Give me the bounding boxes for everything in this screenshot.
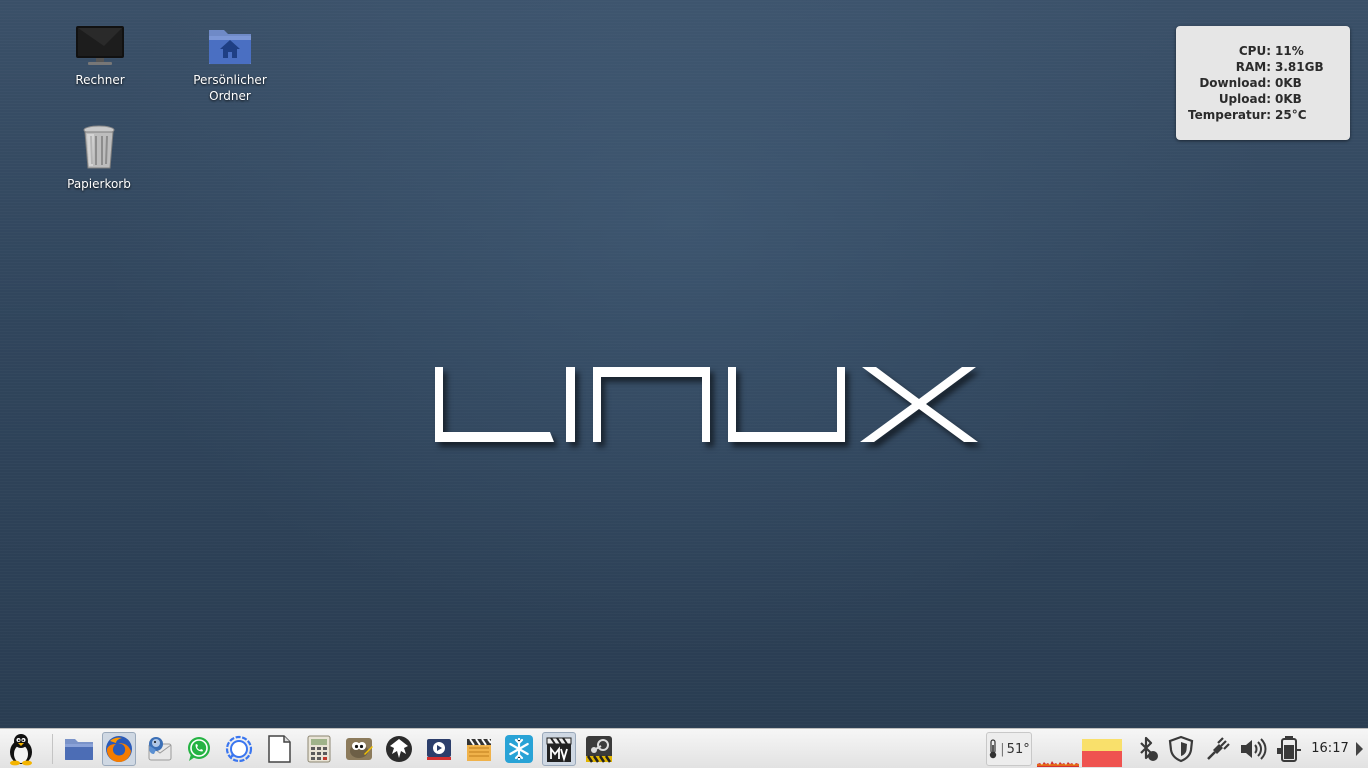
gimp-icon xyxy=(346,738,373,760)
desktop-icon-home-folder[interactable]: Persönlicher Ordner xyxy=(182,24,278,104)
desktop-icon-label: Rechner xyxy=(75,73,125,87)
calculator-icon xyxy=(307,735,331,763)
taskbar-separator xyxy=(52,734,53,764)
signal-icon xyxy=(225,735,253,763)
monitor-row-temperature: Temperatur: 25°C xyxy=(1188,108,1307,122)
desktop-icon-trash[interactable]: Papierkorb xyxy=(51,124,147,192)
volume-icon xyxy=(1241,738,1267,760)
bluetooth-tray-button[interactable] xyxy=(1130,732,1164,766)
document-launcher[interactable] xyxy=(262,732,296,766)
memory-usage-graph[interactable] xyxy=(1082,739,1122,767)
movie-editor-icon xyxy=(546,737,572,763)
tux-menu-icon xyxy=(10,734,32,766)
battery-tray-button[interactable] xyxy=(1272,732,1306,766)
volume-tray-button[interactable] xyxy=(1236,732,1270,766)
start-menu-button[interactable] xyxy=(4,732,38,766)
home-folder-icon xyxy=(209,30,251,64)
cpu-load-graph[interactable] xyxy=(1037,737,1079,767)
thermometer-icon xyxy=(990,739,997,759)
temperature-value: 51° xyxy=(1006,741,1030,757)
whatsapp-launcher[interactable] xyxy=(182,732,216,766)
desktop-icon-rechner[interactable]: Rechner xyxy=(52,24,148,88)
trash-icon xyxy=(83,125,115,169)
thunderbird-launcher[interactable] xyxy=(142,732,176,766)
gimp-launcher[interactable] xyxy=(342,732,376,766)
video-player-launcher[interactable] xyxy=(422,732,456,766)
linux-wallpaper-logo xyxy=(435,367,978,442)
file-manager-icon xyxy=(65,739,93,760)
signal-launcher[interactable] xyxy=(222,732,256,766)
bluetooth-icon xyxy=(1140,736,1158,761)
battery-icon xyxy=(1277,736,1301,762)
monitor-row-cpu: CPU: 11% xyxy=(1238,44,1304,58)
monitor-row-download: Download: 0KB xyxy=(1199,76,1302,90)
desktop-icon-label: Papierkorb xyxy=(67,177,131,191)
taskbar-clock[interactable]: 16:17 xyxy=(1306,729,1354,769)
taskbar: | 51° 16:17 xyxy=(0,728,1368,768)
security-tray-button[interactable] xyxy=(1164,732,1198,766)
snowflake-launcher[interactable] xyxy=(502,732,536,766)
firefox-icon xyxy=(106,736,132,763)
inkscape-launcher[interactable] xyxy=(382,732,416,766)
whatsapp-icon xyxy=(188,737,210,761)
inkscape-icon xyxy=(386,736,412,762)
monitor-icon xyxy=(76,26,124,65)
panel-scroll-right-icon[interactable] xyxy=(1354,741,1364,757)
thunderbird-icon xyxy=(148,737,172,761)
movie-editor-launcher[interactable] xyxy=(542,732,576,766)
video-player-icon xyxy=(427,739,451,760)
file-manager-launcher[interactable] xyxy=(62,732,96,766)
blank-document-icon xyxy=(268,735,291,763)
clapperboard-icon xyxy=(467,738,492,761)
shield-icon xyxy=(1168,735,1194,763)
network-tray-button[interactable] xyxy=(1201,732,1235,766)
clapperboard-launcher[interactable] xyxy=(462,732,496,766)
snowflake-icon xyxy=(505,735,533,763)
steam-icon xyxy=(586,736,612,763)
monitor-row-upload: Upload: 0KB xyxy=(1218,92,1302,106)
system-monitor-widget: CPU: 11% RAM: 3.81GB Download: 0KB Uploa… xyxy=(1176,26,1350,140)
monitor-row-ram: RAM: 3.81GB xyxy=(1235,60,1324,74)
network-plug-icon xyxy=(1207,737,1230,760)
indicator-divider: | xyxy=(1000,741,1005,757)
temperature-indicator[interactable]: | 51° xyxy=(986,732,1032,766)
desktop-icon-label: Persönlicher Ordner xyxy=(193,73,267,103)
firefox-launcher[interactable] xyxy=(102,732,136,766)
calculator-launcher[interactable] xyxy=(302,732,336,766)
desktop: Rechner Persönlicher Ordner Papierkorb C… xyxy=(0,0,1368,728)
steam-launcher[interactable] xyxy=(582,732,616,766)
